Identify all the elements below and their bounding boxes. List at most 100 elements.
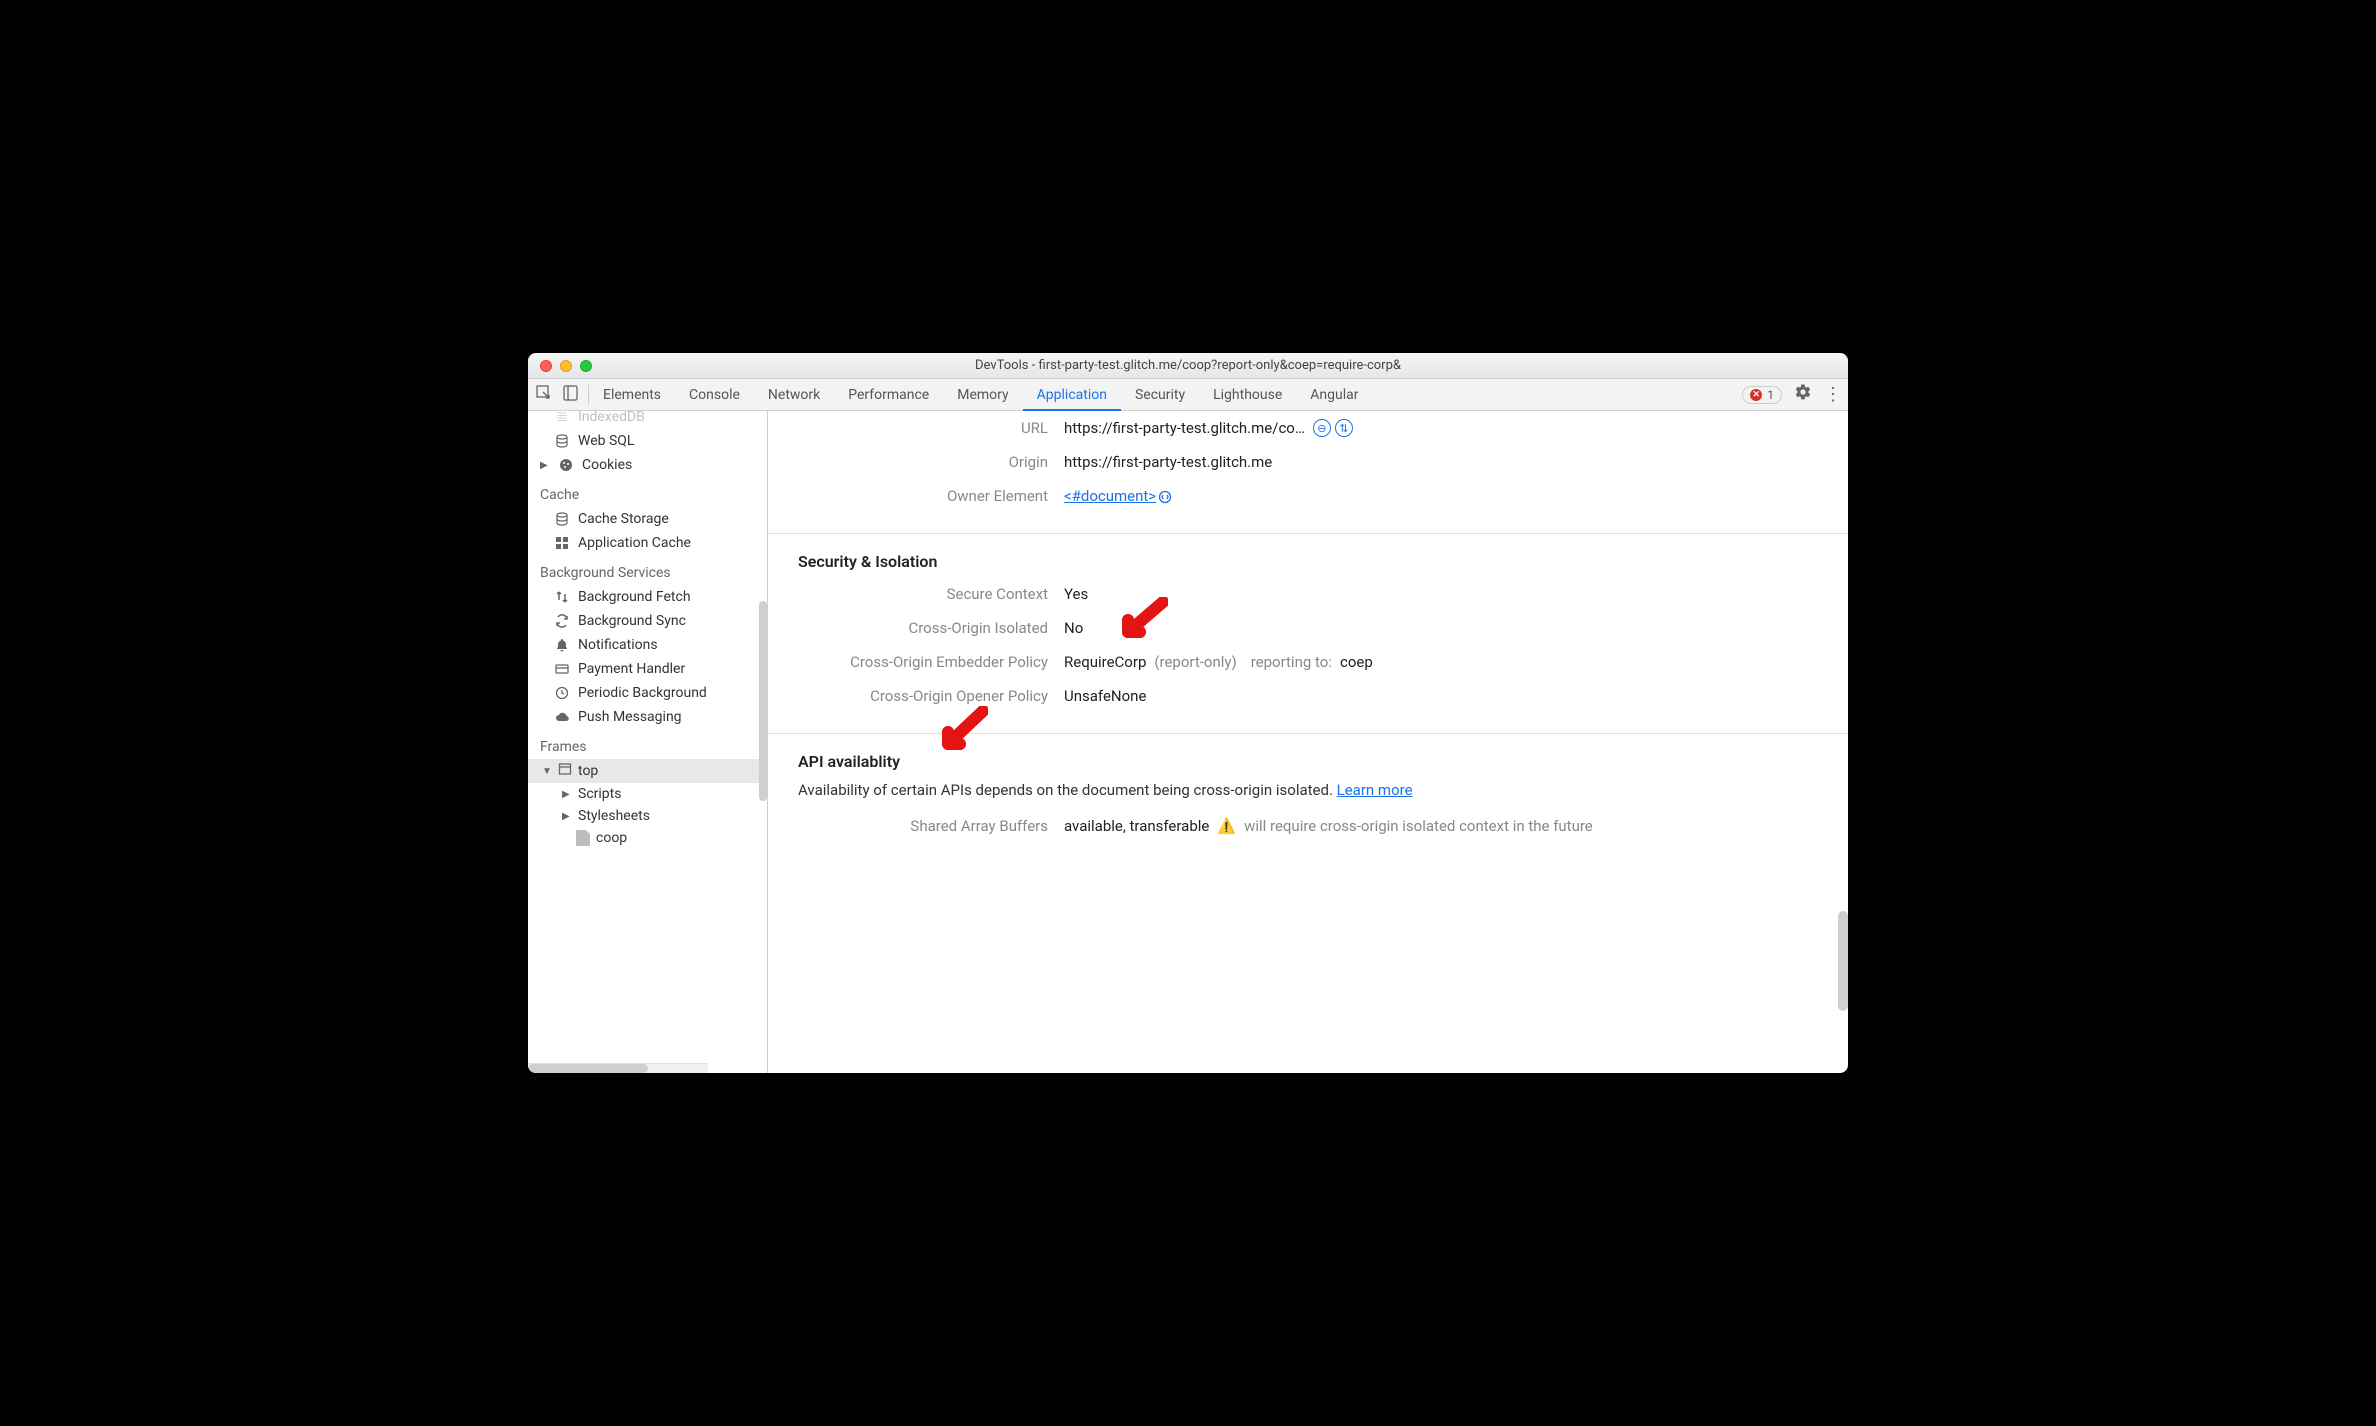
sidebar-group-frames: Frames <box>528 729 767 759</box>
inspect-icon[interactable] <box>536 385 552 405</box>
tree-item-label: Scripts <box>578 786 621 802</box>
card-icon <box>554 661 570 677</box>
coop-label: Cross-Origin Opener Policy <box>798 687 1048 705</box>
sidebar-h-scrollbar[interactable] <box>528 1063 708 1073</box>
frame-label: top <box>578 763 598 779</box>
sidebar-item-label: Background Fetch <box>578 589 691 605</box>
sidebar-item-push-messaging[interactable]: Push Messaging <box>528 705 767 729</box>
tab-elements[interactable]: Elements <box>589 379 675 410</box>
cloud-icon <box>554 709 570 725</box>
sidebar-item-label: Cookies <box>582 457 632 473</box>
chevron-right-icon: ▶ <box>562 811 572 822</box>
traffic-lights <box>528 360 592 372</box>
secure-context-label: Secure Context <box>798 585 1048 603</box>
frame-file-coop[interactable]: coop <box>528 827 767 849</box>
tab-network[interactable]: Network <box>754 379 834 410</box>
owner-element-label: Owner Element <box>798 487 1048 505</box>
application-sidebar: ≣ IndexedDB Web SQL ▶ Cookies Cache <box>528 411 768 1073</box>
sidebar-item-application-cache[interactable]: Application Cache <box>528 531 767 555</box>
settings-icon[interactable] <box>1794 383 1812 406</box>
tree-item-label: Stylesheets <box>578 808 650 824</box>
reveal-network-icon[interactable]: ⇅ <box>1335 419 1353 437</box>
file-icon <box>576 830 590 846</box>
sab-value: available, transferable <box>1064 817 1209 835</box>
database-icon <box>554 511 570 527</box>
secure-context-value: Yes <box>1064 585 1088 603</box>
api-availability-desc: Availability of certain APIs depends on … <box>798 781 1333 799</box>
devtools-window: DevTools - first-party-test.glitch.me/co… <box>528 353 1848 1073</box>
device-toolbar-icon[interactable] <box>562 385 578 405</box>
url-label: URL <box>798 419 1048 437</box>
sidebar-item-label: Push Messaging <box>578 709 682 725</box>
transfer-icon <box>554 589 570 605</box>
sidebar-item-background-sync[interactable]: Background Sync <box>528 609 767 633</box>
tab-list: Elements Console Network Performance Mem… <box>589 379 1373 410</box>
frame-details-panel: URL https://first-party-test.glitch.me/c… <box>768 411 1848 1073</box>
coep-label: Cross-Origin Embedder Policy <box>798 653 1048 671</box>
sidebar-item-cookies[interactable]: ▶ Cookies <box>528 453 767 477</box>
frame-icon <box>558 762 572 780</box>
reveal-icon[interactable]: ⊖ <box>1313 419 1331 437</box>
sidebar-item-cache-storage[interactable]: Cache Storage <box>528 507 767 531</box>
tab-memory[interactable]: Memory <box>943 379 1022 410</box>
devtools-tabs: Elements Console Network Performance Mem… <box>528 379 1848 411</box>
sidebar-item-periodic-background[interactable]: Periodic Background <box>528 681 767 705</box>
frame-scripts[interactable]: ▶ Scripts <box>528 783 767 805</box>
bell-icon <box>554 637 570 653</box>
minimize-button[interactable] <box>560 360 572 372</box>
sync-icon <box>554 613 570 629</box>
coop-value: UnsafeNone <box>1064 687 1146 705</box>
coep-flag: (report-only) <box>1154 653 1236 671</box>
sidebar-item-websql[interactable]: Web SQL <box>528 429 767 453</box>
kebab-icon[interactable]: ⋮ <box>1824 384 1840 405</box>
sidebar-item-notifications[interactable]: Notifications <box>528 633 767 657</box>
window-title: DevTools - first-party-test.glitch.me/co… <box>528 358 1848 373</box>
sidebar-item-background-fetch[interactable]: Background Fetch <box>528 585 767 609</box>
learn-more-link[interactable]: Learn more <box>1337 781 1413 799</box>
url-value: https://first-party-test.glitch.me/co… <box>1064 419 1305 437</box>
sidebar-item-label: Periodic Background <box>578 685 707 701</box>
content-area: ≣ IndexedDB Web SQL ▶ Cookies Cache <box>528 411 1848 1073</box>
coep-value: RequireCorp <box>1064 653 1146 671</box>
sidebar-item-label: Application Cache <box>578 535 691 551</box>
cross-origin-isolated-value: No <box>1064 619 1083 637</box>
cookie-icon <box>558 457 574 473</box>
sidebar-group-background: Background Services <box>528 555 767 585</box>
tab-application[interactable]: Application <box>1023 379 1121 410</box>
sidebar-item-label: Cache Storage <box>578 511 669 527</box>
tab-angular[interactable]: Angular <box>1296 379 1372 410</box>
section-api-availability: API availablity <box>798 734 1818 777</box>
grid-icon <box>554 535 570 551</box>
sidebar-item-indexeddb[interactable]: ≣ IndexedDB <box>528 411 767 429</box>
frame-top[interactable]: ▼ top <box>528 759 767 783</box>
origin-label: Origin <box>798 453 1048 471</box>
database-icon <box>554 433 570 449</box>
warning-icon: ⚠️ <box>1217 817 1236 835</box>
tab-console[interactable]: Console <box>675 379 754 410</box>
database-icon: ≣ <box>554 411 570 425</box>
close-button[interactable] <box>540 360 552 372</box>
frame-stylesheets[interactable]: ▶ Stylesheets <box>528 805 767 827</box>
coep-reporting-to-value: coep <box>1340 653 1373 671</box>
error-count-pill[interactable]: ✕ 1 <box>1742 386 1782 404</box>
sab-label: Shared Array Buffers <box>798 817 1048 835</box>
expand-arrow-icon: ▶ <box>540 460 550 471</box>
zoom-button[interactable] <box>580 360 592 372</box>
chevron-right-icon: ▶ <box>562 789 572 800</box>
cross-origin-isolated-label: Cross-Origin Isolated <box>798 619 1048 637</box>
tab-performance[interactable]: Performance <box>834 379 943 410</box>
clock-icon <box>554 685 570 701</box>
sidebar-group-cache: Cache <box>528 477 767 507</box>
sidebar-item-label: IndexedDB <box>578 411 645 425</box>
sidebar-scrollbar[interactable] <box>759 601 767 801</box>
owner-element-link[interactable]: <#document> <box>1064 487 1172 505</box>
tab-security[interactable]: Security <box>1121 379 1199 410</box>
sidebar-item-payment-handler[interactable]: Payment Handler <box>528 657 767 681</box>
sab-warning-text: will require cross-origin isolated conte… <box>1244 817 1593 835</box>
tree-item-label: coop <box>596 830 627 846</box>
sidebar-item-label: Payment Handler <box>578 661 685 677</box>
tab-lighthouse[interactable]: Lighthouse <box>1199 379 1296 410</box>
coep-reporting-to-label: reporting to: <box>1251 653 1332 671</box>
titlebar: DevTools - first-party-test.glitch.me/co… <box>528 353 1848 379</box>
main-scrollbar[interactable] <box>1838 911 1848 1011</box>
